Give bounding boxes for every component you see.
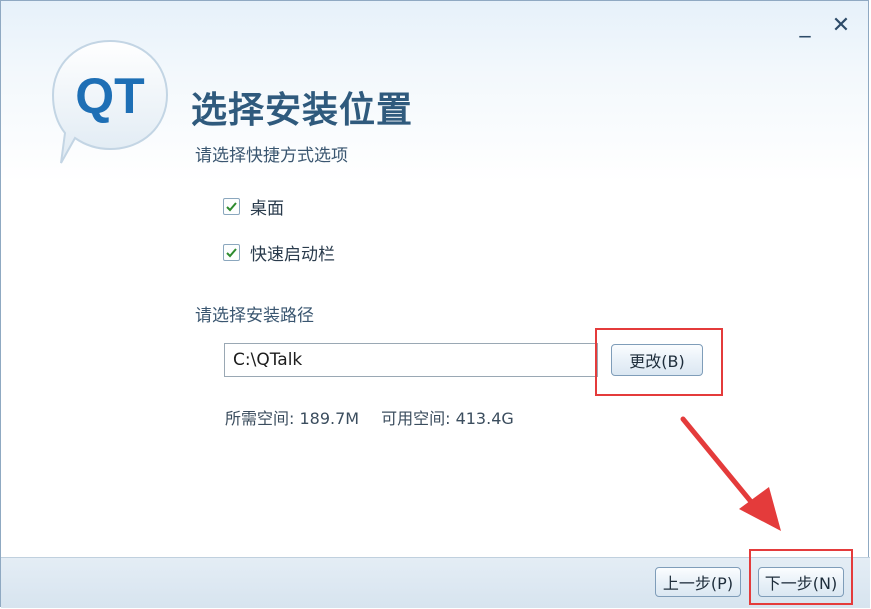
red-arrow-icon	[680, 416, 781, 531]
checkmark-icon	[226, 248, 237, 258]
logo-text: QT	[75, 68, 144, 124]
installer-window: _ ✕ QT 选择安装位置 请选择快捷方式选项 桌面 快速启动栏 请选择安装路径…	[0, 0, 870, 608]
disk-space-info: 所需空间: 189.7M 可用空间: 413.4G	[225, 405, 514, 429]
shortcut-section-label: 请选择快捷方式选项	[195, 146, 348, 166]
close-button[interactable]: ✕	[830, 15, 852, 37]
install-path-label: 请选择安装路径	[195, 306, 314, 326]
checkmark-icon	[226, 202, 237, 212]
next-button[interactable]: 下一步(N)	[758, 567, 844, 597]
qt-logo-icon: QT	[51, 39, 169, 164]
desktop-checkbox[interactable]	[223, 198, 240, 215]
minimize-icon: _	[799, 13, 811, 38]
change-path-button[interactable]: 更改(B)	[611, 344, 703, 376]
minimize-button[interactable]: _	[794, 15, 816, 37]
desktop-label: 桌面	[250, 199, 284, 219]
quicklaunch-shortcut-option[interactable]: 快速启动栏	[223, 240, 335, 265]
quicklaunch-label: 快速启动栏	[250, 245, 335, 265]
quicklaunch-checkbox[interactable]	[223, 244, 240, 261]
install-path-input[interactable]	[224, 343, 598, 377]
page-title: 选择安装位置	[191, 90, 414, 131]
available-space: 可用空间: 413.4G	[381, 409, 514, 428]
required-space: 所需空间: 189.7M	[225, 409, 360, 428]
desktop-shortcut-option[interactable]: 桌面	[223, 194, 284, 219]
close-icon: ✕	[831, 13, 851, 38]
prev-button[interactable]: 上一步(P)	[655, 567, 741, 597]
window-controls: _ ✕	[794, 15, 852, 37]
